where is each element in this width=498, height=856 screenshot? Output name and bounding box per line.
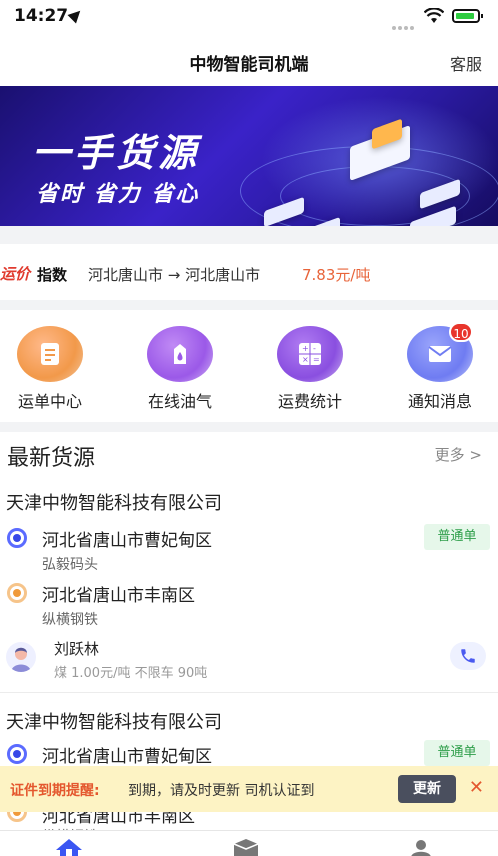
freight-price-index[interactable]: 运价 指数 河北唐山市 → 河北唐山市 7.83元/吨	[0, 244, 498, 300]
svg-text:-: -	[313, 344, 316, 353]
reminder-label: 证件到期提醒:	[10, 783, 100, 799]
fuel-icon	[147, 326, 213, 382]
svg-text:=: =	[313, 355, 320, 364]
svg-text:×: ×	[302, 355, 309, 364]
update-button[interactable]: 更新	[398, 775, 456, 803]
origin-dot-icon	[7, 744, 27, 764]
avatar	[6, 642, 36, 672]
call-button[interactable]	[450, 642, 486, 670]
phone-icon	[461, 649, 475, 663]
customer-service-button[interactable]: 客服	[450, 51, 482, 75]
price-index-label: 指数	[37, 266, 68, 284]
banner-headline: 一手货源	[32, 131, 201, 175]
section-title: 最新货源	[7, 446, 96, 471]
certificate-expiry-reminder: 证件到期提醒: 到期，请及时更新 司机认证到 更新 ✕	[0, 766, 498, 812]
svg-text:+: +	[302, 344, 309, 353]
order-type-badge: 普通单	[424, 524, 490, 550]
origin-address: 河北省唐山市曹妃甸区	[42, 531, 212, 551]
origin-dot-icon	[7, 528, 27, 548]
price-route: 河北唐山市 → 河北唐山市	[88, 266, 261, 284]
reminder-text: 到期，请及时更新 司机认证到	[128, 783, 315, 799]
price-value: 7.83元/吨	[302, 266, 371, 284]
profile-icon[interactable]	[408, 839, 434, 856]
banner-subline: 省时 省力 省心	[36, 182, 200, 207]
menu-label: 在线油气	[147, 392, 212, 411]
destination-detail: 纵横钢铁	[42, 612, 98, 628]
page-title: 中物智能司机端	[189, 55, 309, 75]
nav-bar: 中物智能司机端 客服	[0, 34, 498, 86]
wifi-icon	[424, 8, 444, 23]
menu-freight-stats[interactable]: + - × = 运费统计	[260, 326, 360, 412]
close-icon[interactable]: ✕	[469, 777, 484, 798]
driver-name: 刘跃林	[54, 640, 100, 658]
company-name: 天津中物智能科技有限公司	[6, 712, 222, 733]
quick-menu: 运单中心 在线油气 + - × = 运费统计 10 通知消息	[0, 310, 498, 422]
waybill-icon	[17, 326, 83, 382]
more-link[interactable]: 更多 >	[435, 444, 482, 465]
menu-label: 通知消息	[407, 392, 472, 411]
tab-bar	[0, 830, 498, 856]
mail-icon: 10	[407, 322, 473, 382]
origin-address: 河北省唐山市曹妃甸区	[42, 747, 212, 767]
menu-waybill-center[interactable]: 运单中心	[0, 326, 100, 412]
order-type-badge: 普通单	[424, 740, 490, 766]
battery-icon	[452, 9, 483, 23]
cargo-meta: 煤 1.00元/吨 不限车 90吨	[54, 666, 208, 681]
price-index-tag: 运价	[0, 265, 31, 283]
signal-dots-icon	[392, 15, 416, 34]
origin-detail: 弘毅码头	[42, 557, 98, 573]
divider	[0, 692, 498, 693]
status-time: 14:27	[14, 6, 69, 26]
unread-count-badge: 10	[449, 322, 473, 342]
cargo-box-icon[interactable]	[233, 839, 259, 856]
status-bar: 14:27	[0, 0, 498, 34]
menu-label: 运单中心	[17, 392, 82, 411]
destination-dot-icon	[7, 583, 27, 603]
company-name: 天津中物智能科技有限公司	[6, 493, 222, 514]
home-icon[interactable]	[56, 839, 82, 856]
calculator-icon: + - × =	[277, 326, 343, 382]
menu-online-fuel[interactable]: 在线油气	[130, 326, 230, 412]
promo-banner[interactable]: 一手货源 省时 省力 省心	[0, 86, 498, 226]
location-arrow-icon	[67, 6, 85, 24]
menu-label: 运费统计	[277, 392, 342, 411]
destination-address: 河北省唐山市丰南区	[42, 586, 195, 606]
menu-notifications[interactable]: 10 通知消息	[390, 322, 490, 412]
